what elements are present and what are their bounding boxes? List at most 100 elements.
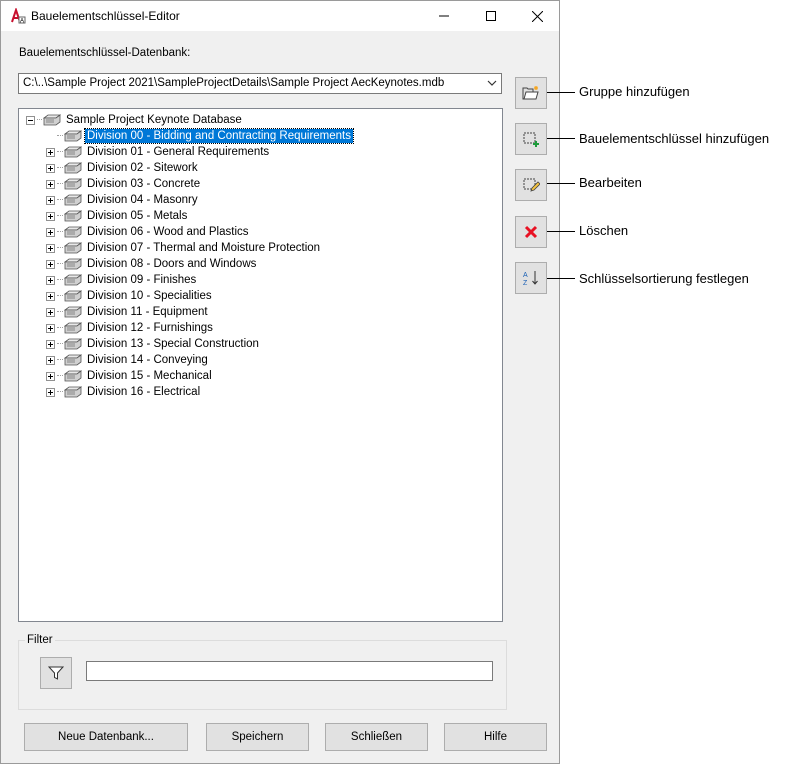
keynote-group-icon [64, 242, 82, 254]
keynote-group-icon [64, 210, 82, 222]
tree-item-label: Division 01 - General Requirements [87, 146, 270, 158]
expand-icon[interactable] [46, 355, 55, 365]
maximize-button[interactable] [468, 1, 514, 31]
tree-item[interactable]: Division 01 - General Requirements [46, 144, 271, 160]
save-label: Speichern [231, 731, 284, 743]
add-group-folder-icon [522, 86, 539, 100]
expand-icon[interactable] [46, 211, 55, 221]
expand-icon[interactable] [46, 147, 55, 157]
tree-item-label: Division 11 - Equipment [87, 306, 208, 318]
tree-item[interactable]: Division 07 - Thermal and Moisture Prote… [46, 240, 322, 256]
help-label: Hilfe [483, 731, 507, 743]
tree-item[interactable]: Division 05 - Metals [46, 208, 189, 224]
keynote-group-icon [64, 130, 82, 142]
expand-icon[interactable] [46, 195, 55, 205]
expand-icon[interactable] [46, 227, 55, 237]
title-bar: A Bauelementschlüssel-Editor [1, 1, 559, 31]
add-keynote-icon [523, 132, 539, 147]
close-label: Schließen [350, 731, 403, 743]
expand-icon[interactable] [46, 339, 55, 349]
svg-text:A: A [20, 19, 24, 25]
minimize-button[interactable] [421, 1, 467, 31]
tree-item[interactable]: Division 00 - Bidding and Contracting Re… [46, 128, 355, 144]
tree-item-label: Division 05 - Metals [87, 210, 188, 222]
tree-item[interactable]: Division 16 - Electrical [46, 384, 202, 400]
callout-sort-order: Schlüsselsortierung festlegen [579, 271, 749, 286]
tree-item[interactable]: Division 02 - Sitework [46, 160, 200, 176]
keynote-group-icon [64, 306, 82, 318]
tree-item-label: Division 13 - Special Construction [87, 338, 259, 350]
expand-icon[interactable] [46, 179, 55, 189]
tree-item-label: Division 14 - Conveying [87, 354, 208, 366]
svg-text:Z: Z [523, 280, 528, 287]
collapse-icon[interactable] [26, 115, 35, 125]
expand-icon[interactable] [46, 307, 55, 317]
window-title: Bauelementschlüssel-Editor [31, 9, 180, 23]
tree-item-label: Division 03 - Concrete [87, 178, 201, 190]
tree-item-label: Division 07 - Thermal and Moisture Prote… [87, 242, 321, 254]
tree-item-label: Division 08 - Doors and Windows [87, 258, 257, 270]
tree-item-label: Division 06 - Wood and Plastics [87, 226, 249, 238]
tree-item[interactable]: Division 06 - Wood and Plastics [46, 224, 251, 240]
callout-add-group: Gruppe hinzufügen [579, 84, 690, 99]
tree-item-label: Division 04 - Masonry [87, 194, 198, 206]
filter-button[interactable] [40, 657, 72, 689]
save-button[interactable]: Speichern [206, 723, 309, 751]
delete-x-icon [524, 225, 538, 239]
callout-delete: Löschen [579, 223, 629, 238]
callout-line [547, 231, 575, 232]
edit-button[interactable] [515, 169, 547, 201]
tree-item[interactable]: Division 11 - Equipment [46, 304, 210, 320]
keynote-group-icon [64, 146, 82, 158]
tree-item[interactable]: Division 12 - Furnishings [46, 320, 215, 336]
tree-item[interactable]: Division 08 - Doors and Windows [46, 256, 258, 272]
close-button[interactable]: Schließen [325, 723, 428, 751]
add-keynote-button[interactable] [515, 123, 547, 155]
expand-icon[interactable] [46, 259, 55, 269]
database-label: Bauelementschlüssel-Datenbank: [19, 47, 191, 59]
tree-item[interactable]: Division 13 - Special Construction [46, 336, 261, 352]
keynote-group-icon [64, 162, 82, 174]
autocad-app-icon: A [10, 8, 26, 24]
expand-icon[interactable] [46, 275, 55, 285]
expand-icon[interactable] [46, 387, 55, 397]
callout-add-keynote: Bauelementschlüssel hinzufügen [579, 131, 770, 146]
minimize-icon [439, 15, 449, 17]
new-database-label: Neue Datenbank... [58, 731, 154, 743]
database-path-value: C:\..\Sample Project 2021\SampleProjectD… [23, 77, 445, 89]
callout-line [547, 278, 575, 279]
tree-item[interactable]: Division 15 - Mechanical [46, 368, 214, 384]
expand-icon[interactable] [46, 371, 55, 381]
maximize-icon [486, 11, 496, 21]
tree-item[interactable]: Division 10 - Specialities [46, 288, 214, 304]
tree-root[interactable]: Sample Project Keynote Database [26, 112, 244, 128]
new-database-button[interactable]: Neue Datenbank... [24, 723, 188, 751]
database-path-dropdown[interactable]: C:\..\Sample Project 2021\SampleProjectD… [18, 73, 502, 94]
sort-order-button[interactable]: A Z [515, 262, 547, 294]
expand-icon[interactable] [46, 243, 55, 253]
expand-icon[interactable] [46, 323, 55, 333]
tree-item[interactable]: Division 04 - Masonry [46, 192, 200, 208]
expand-icon[interactable] [46, 291, 55, 301]
delete-button[interactable] [515, 216, 547, 248]
callout-edit: Bearbeiten [579, 175, 642, 190]
database-icon [43, 114, 61, 126]
tree-item-label: Division 02 - Sitework [87, 162, 198, 174]
filter-label: Filter [25, 634, 55, 646]
tree-item[interactable]: Division 09 - Finishes [46, 272, 198, 288]
tree-item-label: Division 00 - Bidding and Contracting Re… [83, 128, 355, 144]
help-button[interactable]: Hilfe [444, 723, 547, 751]
close-icon [531, 10, 543, 22]
keynote-group-icon [64, 194, 82, 206]
tree-item[interactable]: Division 03 - Concrete [46, 176, 202, 192]
expand-icon[interactable] [46, 163, 55, 173]
keynote-group-icon [64, 226, 82, 238]
add-group-button[interactable] [515, 77, 547, 109]
tree-root-label: Sample Project Keynote Database [66, 114, 242, 126]
close-window-button[interactable] [514, 1, 560, 31]
keynote-tree[interactable]: Sample Project Keynote Database Division… [18, 108, 503, 622]
tree-item-label: Division 09 - Finishes [87, 274, 197, 286]
tree-item-label: Division 12 - Furnishings [87, 322, 213, 334]
filter-input[interactable] [86, 661, 493, 681]
tree-item[interactable]: Division 14 - Conveying [46, 352, 210, 368]
